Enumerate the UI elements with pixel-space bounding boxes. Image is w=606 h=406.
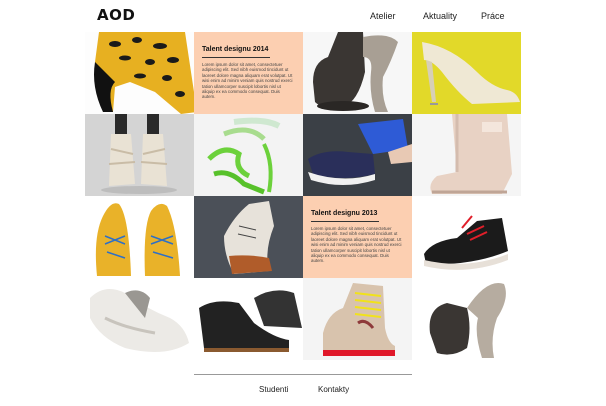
shoe-tile-grey-heel[interactable] [412,278,521,360]
tile-title: Talent designu 2013 [311,210,378,217]
shoe-tile-white-sculpted[interactable] [85,278,194,360]
yellow-brogues-image [95,203,180,276]
strappy-sandals-image [85,114,194,196]
nav-item-atelier[interactable]: Atelier [370,11,396,21]
tile-title: Talent designu 2014 [202,46,269,53]
grey-sculpted-heel-image [429,283,506,358]
blue-sneaker-image [303,114,412,196]
nav-item-prace[interactable]: Práce [481,11,505,21]
title-underline [202,57,270,58]
tile-body-text: Lorem ipsum dolor sit amet, consectetuer… [202,62,293,100]
leather-high-top-image [194,196,303,278]
neon-high-top-image [323,283,395,356]
tile-body-text: Lorem ipsum dolor sit amet, consectetuer… [311,226,402,264]
title-underline [311,221,379,222]
leopard-heel-image [94,32,194,114]
shoe-tile-black-red-sneaker[interactable] [412,196,521,278]
nav-item-aktuality[interactable]: Aktuality [423,11,457,21]
shoe-tile-yellow-brogues[interactable] [85,196,194,278]
portfolio-grid: Talent designu 2014 Lorem ipsum dolor si… [85,32,521,360]
footer-divider [194,374,412,375]
shoe-tile-green-sandal[interactable] [194,114,303,196]
cream-heel-on-yellow-image [422,42,520,105]
shoe-tile-neon-high-top[interactable] [303,278,412,360]
shoe-tile-leather-high-top[interactable] [194,196,303,278]
black-red-sneaker-image [424,215,508,270]
text-tile-talent-2013[interactable]: Talent designu 2013 Lorem ipsum dolor si… [303,196,412,278]
shoe-tile-pink-bootie[interactable] [412,114,521,196]
shoe-tile-blue-sneaker[interactable] [303,114,412,196]
shoe-tile-black-oxfords[interactable] [194,278,303,360]
black-oxfords-image [199,290,302,352]
site-logo[interactable]: AOD [97,6,135,24]
footer-link-kontakty[interactable]: Kontakty [318,385,349,394]
pink-bootie-image [430,114,512,194]
green-sandal-image [207,117,281,195]
footer-link-studenti[interactable]: Studenti [259,385,288,394]
text-tile-talent-2014[interactable]: Talent designu 2014 Lorem ipsum dolor si… [194,32,303,114]
shoe-tile-yellow-heel[interactable] [412,32,521,114]
shoe-tile-strappy-sandals[interactable] [85,114,194,196]
white-sculpted-shoe-image [90,289,189,352]
shoe-tile-leopard-heel[interactable] [85,32,194,114]
grey-sculpted-shoe-image [313,32,398,113]
shoe-tile-grey-sculpted[interactable] [303,32,412,114]
